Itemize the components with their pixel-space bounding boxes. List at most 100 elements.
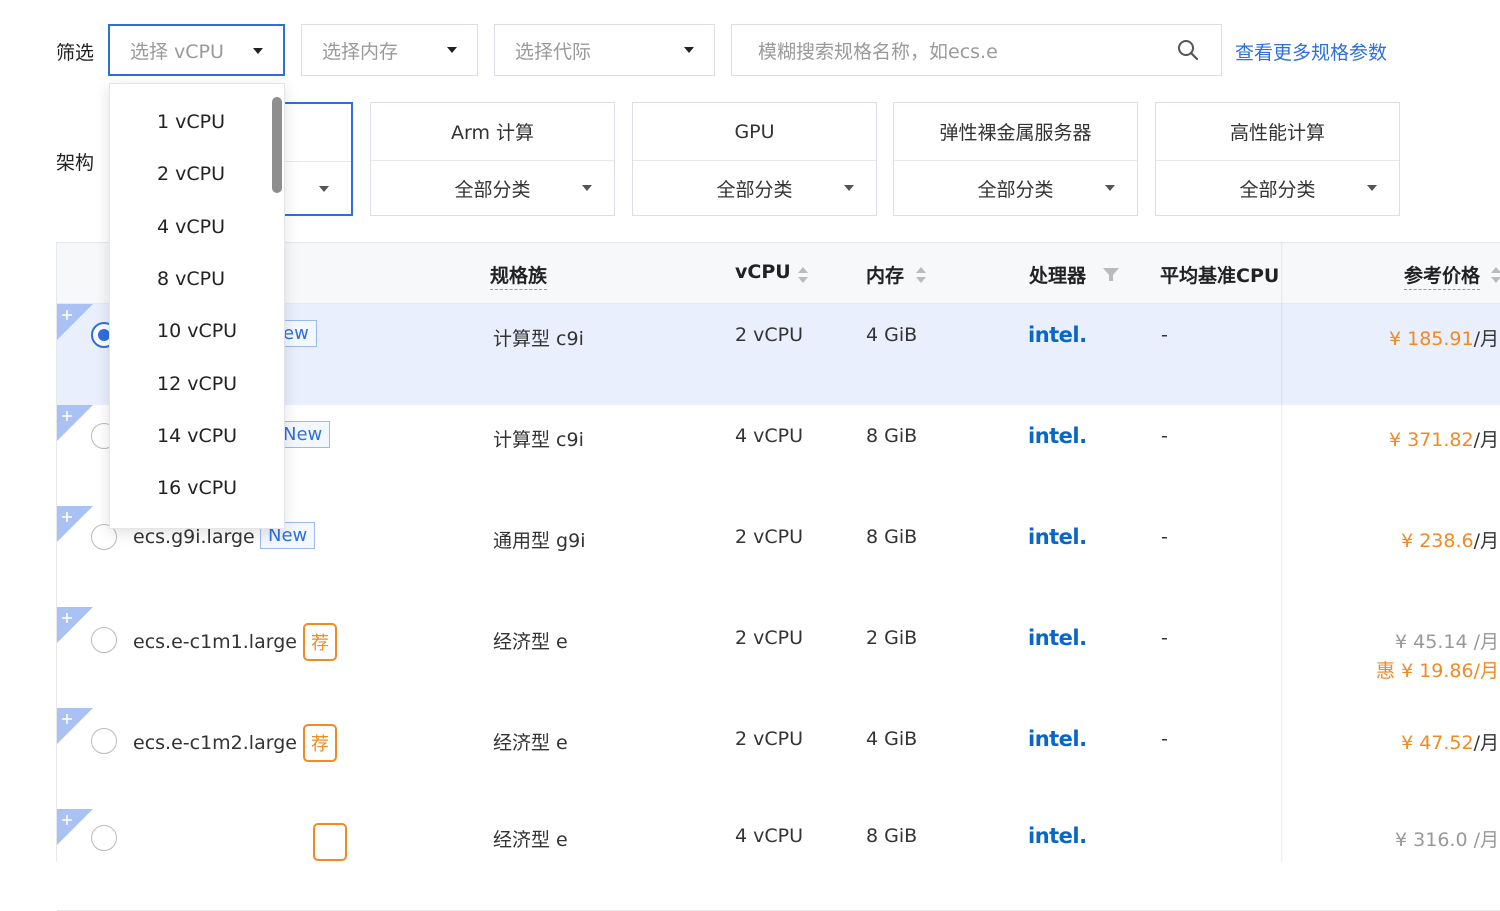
recommend-badge: 荐 xyxy=(303,623,337,661)
caret-down-icon xyxy=(253,48,263,54)
cell-spec-name[interactable]: ecs.e-c1m1.large xyxy=(133,631,297,653)
vcpu-select-placeholder: 选择 vCPU xyxy=(130,40,224,63)
cell-vcpu: 2 vCPU xyxy=(735,728,804,750)
recommend-badge xyxy=(313,823,347,861)
intel-logo-icon: intel. xyxy=(1028,727,1087,751)
cell-price: ¥ 371.82/月 xyxy=(1388,429,1499,451)
sort-icon[interactable] xyxy=(797,265,809,285)
caret-down-icon xyxy=(684,47,694,53)
new-corner-icon xyxy=(57,405,93,441)
cell-price: ¥ 185.91/月 xyxy=(1388,328,1499,350)
caret-down-icon xyxy=(582,185,592,191)
row-radio[interactable] xyxy=(91,825,117,851)
caret-down-icon xyxy=(319,186,329,192)
cell-baseline: - xyxy=(1161,728,1168,750)
cell-memory: 2 GiB xyxy=(866,627,918,649)
cell-family: 经济型 e xyxy=(493,732,568,754)
cell-family: 计算型 c9i xyxy=(493,328,584,350)
cell-vcpu: 4 vCPU xyxy=(735,825,804,847)
cell-baseline: - xyxy=(1161,324,1168,346)
intel-logo-icon: intel. xyxy=(1028,824,1087,848)
vcpu-select[interactable]: 选择 vCPU xyxy=(108,24,285,76)
new-corner-icon xyxy=(57,708,93,744)
intel-logo-icon: intel. xyxy=(1028,626,1087,650)
new-corner-icon xyxy=(57,607,93,643)
arch-card-category[interactable]: 全部分类 xyxy=(371,161,614,215)
caret-down-icon xyxy=(844,185,854,191)
dropdown-scrollbar[interactable] xyxy=(272,97,282,193)
cell-family: 经济型 e xyxy=(493,631,568,653)
cell-memory: 4 GiB xyxy=(866,728,918,750)
vcpu-option[interactable]: 2 vCPU xyxy=(157,163,225,185)
vcpu-option[interactable]: 1 vCPU xyxy=(157,111,225,133)
more-specs-link[interactable]: 查看更多规格参数 xyxy=(1235,38,1387,65)
vcpu-option[interactable]: 12 vCPU xyxy=(157,373,237,395)
cell-spec-name[interactable]: ecs.e-c1m2.large xyxy=(133,732,297,754)
arch-card-category[interactable]: 全部分类 xyxy=(1156,161,1399,215)
arch-card-gpu[interactable]: GPU 全部分类 xyxy=(632,102,877,216)
table-row[interactable]: ecs.e-c1m2.large 荐 经济型 e 2 vCPU 4 GiB in… xyxy=(57,708,1500,810)
cell-vcpu: 2 vCPU xyxy=(735,627,804,649)
search-placeholder: 模糊搜索规格名称，如ecs.e xyxy=(758,40,998,63)
vcpu-dropdown[interactable]: 1 vCPU 2 vCPU 4 vCPU 8 vCPU 10 vCPU 12 v… xyxy=(109,83,285,529)
header-processor[interactable]: 处理器 xyxy=(1029,261,1086,288)
cell-memory: 8 GiB xyxy=(866,526,918,548)
arch-card-title: Arm 计算 xyxy=(371,103,614,161)
memory-select-placeholder: 选择内存 xyxy=(322,40,399,63)
row-radio[interactable] xyxy=(91,728,117,754)
cell-baseline: - xyxy=(1161,425,1168,447)
row-radio[interactable] xyxy=(91,627,117,653)
memory-select[interactable]: 选择内存 xyxy=(301,24,478,76)
cell-family: 通用型 g9i xyxy=(493,530,586,552)
fixed-column-shadow xyxy=(1281,242,1283,862)
caret-down-icon xyxy=(1367,185,1377,191)
search-icon[interactable] xyxy=(1177,39,1199,61)
generation-select-placeholder: 选择代际 xyxy=(515,40,592,63)
arch-card-category[interactable]: 全部分类 xyxy=(894,161,1137,215)
vcpu-option[interactable]: 16 vCPU xyxy=(157,477,237,499)
arch-card-bare-metal[interactable]: 弹性裸金属服务器 全部分类 xyxy=(893,102,1138,216)
cell-vcpu: 4 vCPU xyxy=(735,425,804,447)
cell-memory: 4 GiB xyxy=(866,324,918,346)
sort-icon[interactable] xyxy=(1490,265,1500,285)
cell-baseline: - xyxy=(1161,526,1168,548)
cell-memory: 8 GiB xyxy=(866,425,918,447)
cell-vcpu: 2 vCPU xyxy=(735,526,804,548)
cell-baseline: - xyxy=(1161,627,1168,649)
intel-logo-icon: intel. xyxy=(1028,424,1087,448)
arch-label: 架构 xyxy=(56,152,95,174)
caret-down-icon xyxy=(1105,185,1115,191)
cell-price: ¥ 238.6/月 xyxy=(1401,530,1499,552)
vcpu-option[interactable]: 10 vCPU xyxy=(157,320,237,342)
generation-select[interactable]: 选择代际 xyxy=(494,24,715,76)
filter-funnel-icon[interactable] xyxy=(1103,265,1119,285)
arch-card-title: 弹性裸金属服务器 xyxy=(894,103,1137,161)
arch-card-category[interactable]: 全部分类 xyxy=(633,161,876,215)
header-vcpu[interactable]: vCPU xyxy=(735,261,791,283)
filter-label: 筛选 xyxy=(56,42,95,64)
vcpu-option[interactable]: 4 vCPU xyxy=(157,216,225,238)
caret-down-icon xyxy=(447,47,457,53)
spec-search-input[interactable]: 模糊搜索规格名称，如ecs.e xyxy=(731,24,1222,76)
arch-card-title: GPU xyxy=(633,103,876,161)
new-corner-icon xyxy=(57,506,93,542)
header-baseline-cpu[interactable]: 平均基准CPU xyxy=(1160,261,1279,288)
arch-card-arm[interactable]: Arm 计算 全部分类 xyxy=(370,102,615,216)
cell-price-original: ¥ 45.14 /月 xyxy=(1395,631,1499,653)
intel-logo-icon: intel. xyxy=(1028,323,1087,347)
intel-logo-icon: intel. xyxy=(1028,525,1087,549)
cell-memory: 8 GiB xyxy=(866,825,918,847)
arch-card-hpc[interactable]: 高性能计算 全部分类 xyxy=(1155,102,1400,216)
vcpu-option[interactable]: 8 vCPU xyxy=(157,268,225,290)
cell-vcpu: 2 vCPU xyxy=(735,324,804,346)
header-memory[interactable]: 内存 xyxy=(866,261,904,288)
table-row[interactable]: ecs.e-c1m1.large 荐 经济型 e 2 vCPU 2 GiB in… xyxy=(57,607,1500,709)
vcpu-option[interactable]: 14 vCPU xyxy=(157,425,237,447)
cell-spec-name[interactable]: ecs.g9i.large xyxy=(133,526,255,548)
header-family[interactable]: 规格族 xyxy=(490,261,548,290)
recommend-badge: 荐 xyxy=(303,724,337,762)
cell-price-discount: 惠 ¥ 19.86/月 xyxy=(1376,660,1499,682)
header-price[interactable]: 参考价格 xyxy=(1404,261,1481,290)
sort-icon[interactable] xyxy=(915,265,927,285)
table-row[interactable]: 经济型 e 4 vCPU 8 GiB intel. ¥ 316.0 /月 xyxy=(57,809,1500,911)
